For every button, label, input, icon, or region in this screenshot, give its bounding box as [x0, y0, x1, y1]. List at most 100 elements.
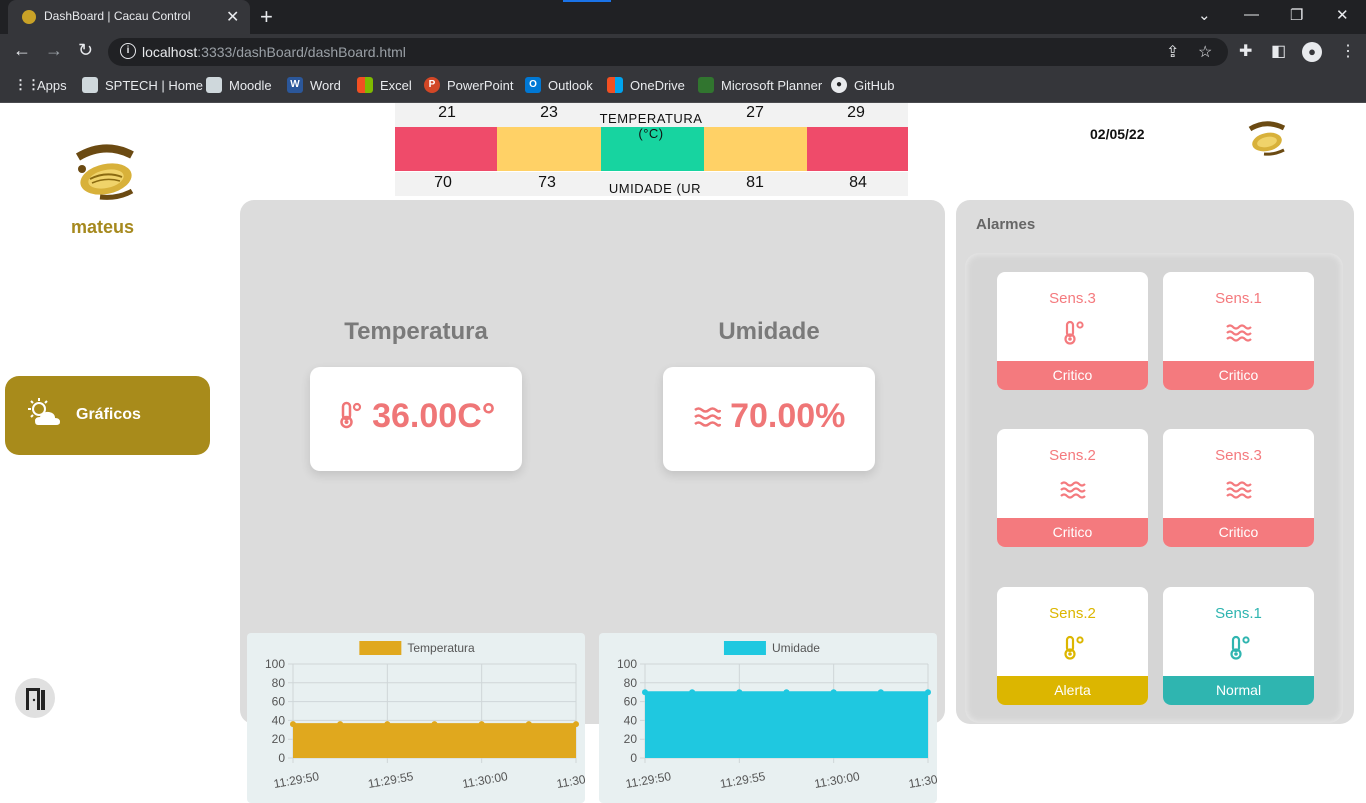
bookmark-github[interactable]: ● GitHub	[831, 77, 894, 93]
bookmark-apps[interactable]: ⋮⋮ Apps	[14, 77, 67, 93]
bookmark-onedrive[interactable]: OneDrive	[607, 77, 685, 93]
data-point	[830, 689, 837, 696]
y-tick-label: 40	[272, 713, 286, 727]
x-tick-label: 11:29:55	[367, 769, 415, 791]
reload-icon[interactable]: ↻	[78, 40, 93, 61]
alarm-sensor: Sens.3	[1215, 447, 1262, 464]
y-tick-label: 80	[272, 676, 286, 690]
humidity-scale-value: 81	[746, 174, 764, 191]
water-waves-icon	[1060, 481, 1086, 499]
forward-arrow-icon[interactable]: →	[45, 40, 63, 61]
bookmark-sptech[interactable]: SPTECH | Home	[82, 77, 203, 93]
alarm-sensor: Sens.2	[1049, 447, 1096, 464]
humidity-scale-value: 84	[849, 174, 867, 191]
bookmark-moodle[interactable]: Moodle	[206, 77, 272, 93]
site-info-icon[interactable]: i	[120, 43, 136, 59]
data-point	[736, 689, 743, 696]
temp-scale-label: TEMPERATURA (°C)	[599, 111, 703, 141]
bookmark-outlook[interactable]: O Outlook	[525, 77, 593, 93]
data-point	[478, 721, 485, 728]
legend-label: Umidade	[772, 641, 820, 655]
bookmark-label: Moodle	[229, 77, 272, 93]
x-tick-label: 11:30:00	[461, 769, 509, 791]
alarm-card[interactable]: Sens.2 Critico	[997, 429, 1148, 547]
tab-favicon-icon	[22, 10, 36, 24]
close-tab-icon[interactable]: ✕	[226, 7, 239, 27]
legend-label: Temperatura	[407, 641, 475, 655]
temp-scale-value: 27	[746, 104, 764, 121]
alarm-card[interactable]: Sens.3 Critico	[1163, 429, 1314, 547]
temperature-value: 36.00C°	[372, 397, 496, 435]
bookmark-powerpoint[interactable]: P PowerPoint	[424, 77, 513, 93]
x-tick-label: 11:30:05	[556, 769, 585, 791]
moodle-icon	[206, 77, 222, 93]
critical-high-band	[807, 127, 908, 171]
extensions-puzzle-icon[interactable]: ✚	[1239, 41, 1252, 61]
humidity-scale-value: 70	[434, 174, 452, 191]
browser-toolbar: ← → ↻ i localhost:3333/dashBoard/dashBoa…	[0, 34, 1366, 70]
temp-scale-value: 29	[847, 104, 865, 121]
alarm-status: Critico	[997, 518, 1148, 547]
y-tick-label: 60	[272, 695, 286, 709]
nav-graficos-button[interactable]: Gráficos	[5, 376, 210, 455]
alarm-card[interactable]: Sens.1 Critico	[1163, 272, 1314, 390]
data-point	[384, 721, 391, 728]
humidity-scale-label: UMIDADE (UR	[608, 181, 702, 196]
bookmark-label: PowerPoint	[447, 77, 514, 93]
share-icon[interactable]: ⇪	[1166, 42, 1179, 62]
critical-low-band	[395, 127, 497, 171]
data-point	[337, 721, 344, 728]
x-tick-label: 11:30:00	[813, 769, 861, 791]
y-tick-label: 60	[624, 695, 638, 709]
apps-grid-icon: ⋮⋮	[14, 77, 40, 92]
warning-high-band	[704, 127, 807, 171]
water-waves-icon	[693, 407, 721, 427]
side-panel-icon[interactable]: ◧	[1271, 41, 1286, 61]
logout-button[interactable]	[15, 678, 55, 718]
alarm-card[interactable]: Sens.1 Normal	[1163, 587, 1314, 705]
bookmark-label: Outlook	[548, 77, 593, 93]
bookmarks-bar: ⋮⋮ Apps SPTECH | Home Moodle W Word Excel …	[0, 70, 1366, 103]
y-tick-label: 20	[272, 732, 286, 746]
temp-scale-value: 21	[438, 104, 456, 121]
temperature-chart-svg: Temperatura 0 20 40 60 80 100 11:29:50 11:29:55 1…	[265, 641, 585, 791]
temp-scale-value: 23	[540, 104, 558, 121]
humidity-value: 70.00%	[730, 397, 846, 435]
new-tab-icon[interactable]: +	[260, 4, 273, 30]
thermometer-icon	[1064, 320, 1084, 345]
legend-swatch	[723, 641, 766, 655]
minimize-icon[interactable]: —	[1244, 6, 1259, 23]
back-arrow-icon[interactable]: ←	[13, 40, 31, 61]
main-panel: Temperatura 36.00C° Umidade 70.00% Tempe…	[240, 200, 945, 803]
legend-swatch	[359, 641, 402, 655]
humidity-chart-svg: Umidade 0 20 40 60 80 100 11:29:50 11:29:55 11:30…	[617, 641, 937, 791]
alarm-status: Alerta	[997, 676, 1148, 705]
bookmark-planner[interactable]: Microsoft Planner	[698, 77, 822, 93]
alarm-card[interactable]: Sens.2 Alerta	[997, 587, 1148, 705]
bookmark-star-icon[interactable]: ☆	[1198, 42, 1212, 62]
browser-tab[interactable]: DashBoard | Cacau Control ✕	[8, 0, 250, 34]
nav-graficos-label: Gráficos	[76, 406, 141, 423]
alarms-panel: Alarmes Sens.3 Critico Sens.1 Critico Se…	[956, 200, 1354, 724]
url-text: localhost:3333/dashBoard/dashBoard.html	[142, 44, 406, 60]
tab-search-chevron-icon[interactable]: ⌄	[1198, 6, 1211, 24]
y-tick-label: 80	[624, 676, 638, 690]
current-date: 02/05/22	[1090, 126, 1145, 142]
cacau-control-logo	[75, 144, 134, 200]
alarm-status: Critico	[1163, 518, 1314, 547]
bookmark-excel[interactable]: Excel	[357, 77, 412, 93]
humidity-chart: Umidade 0 20 40 60 80 100 11:29:50 11:29:55 11:30…	[599, 633, 937, 803]
profile-avatar-icon[interactable]: ●	[1302, 42, 1322, 62]
alarm-sensor: Sens.2	[1049, 605, 1096, 622]
water-waves-icon	[1226, 481, 1252, 499]
alarms-grid: Sens.3 Critico Sens.1 Critico Sens.2 Cri…	[965, 253, 1343, 723]
restore-icon[interactable]: ❐	[1290, 6, 1303, 24]
sun-cloud-icon	[28, 398, 60, 425]
address-bar[interactable]: i localhost:3333/dashBoard/dashBoard.htm…	[108, 38, 1228, 66]
alarm-card[interactable]: Sens.3 Critico	[997, 272, 1148, 390]
alarm-sensor: Sens.3	[1049, 290, 1096, 307]
close-window-icon[interactable]: ✕	[1336, 6, 1349, 24]
alarm-sensor: Sens.1	[1215, 290, 1262, 307]
menu-kebab-icon[interactable]: ⋮	[1340, 41, 1356, 61]
bookmark-word[interactable]: W Word	[287, 77, 341, 93]
